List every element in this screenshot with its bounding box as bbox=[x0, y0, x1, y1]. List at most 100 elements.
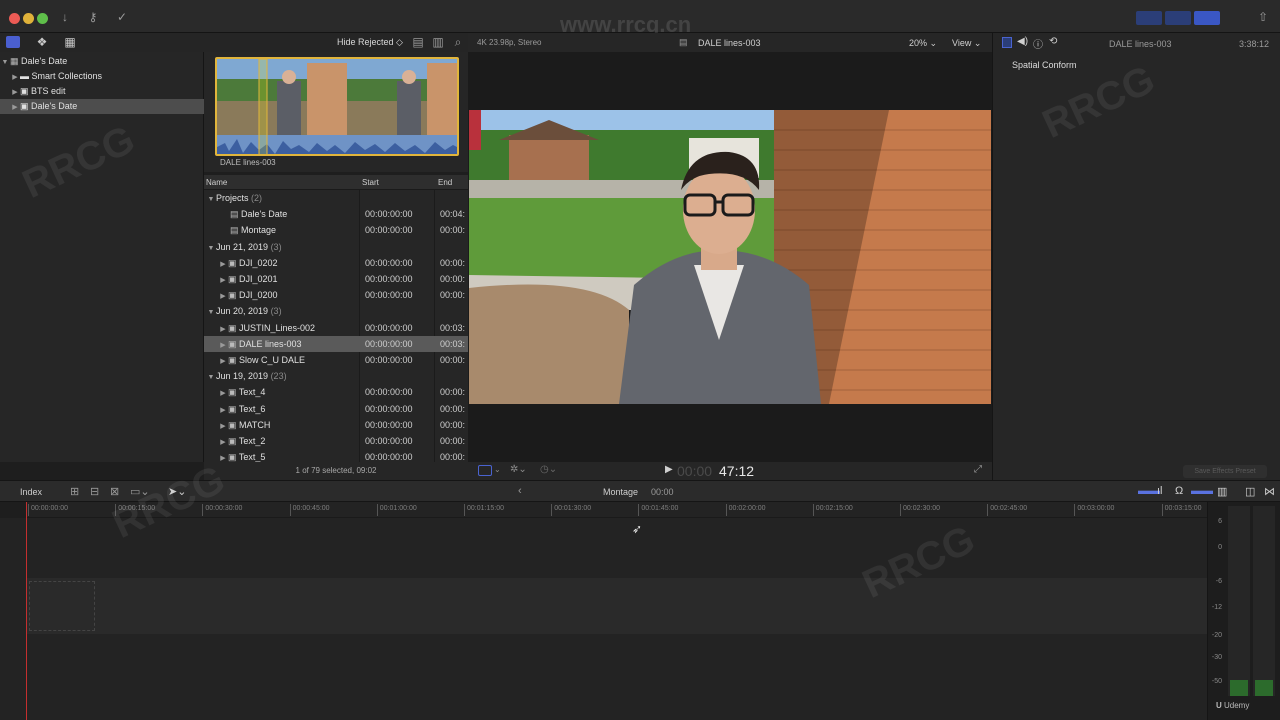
primary-storyline[interactable] bbox=[27, 578, 1207, 634]
clip-icon: ▣ bbox=[228, 338, 237, 349]
viewer-timecode: 47:12 bbox=[719, 463, 755, 479]
row-start: 00:00:00:00 bbox=[365, 436, 413, 446]
table-row[interactable]: ▶ ▣ Text_4 00:00:00:00 00:00: bbox=[204, 384, 468, 400]
audio-skimming-icon[interactable]: ıl bbox=[1157, 485, 1163, 497]
video-frame-image bbox=[469, 110, 991, 404]
row-start: 00:00:00:00 bbox=[365, 274, 413, 284]
sidebar-item-smart-collections[interactable]: ▶ ▬ Smart Collections bbox=[0, 69, 204, 84]
transform-icon[interactable] bbox=[478, 465, 492, 476]
sidebar-item-bts-edit[interactable]: ▶ ▣ BTS edit bbox=[0, 84, 204, 99]
ruler-label: 00:01:00:00 bbox=[379, 505, 417, 512]
close-window-button[interactable] bbox=[9, 13, 20, 24]
show-timeline-button[interactable] bbox=[1165, 11, 1191, 25]
table-row[interactable]: ▶ ▣ Text_5 00:00:00:00 00:00: bbox=[204, 449, 468, 462]
table-row[interactable]: ▶ ▣ DJI_0201 00:00:00:00 00:00: bbox=[204, 271, 468, 287]
filmstrip-view-icon[interactable]: ▥ bbox=[430, 34, 446, 50]
table-row[interactable]: ▶ ▣ Text_6 00:00:00:00 00:00: bbox=[204, 401, 468, 417]
import-icon[interactable]: ↓ bbox=[57, 9, 73, 25]
filter-popup[interactable]: Hide Rejected ◇ bbox=[337, 37, 403, 48]
table-row[interactable]: ▤ Montage 00:00:00:00 00:00: bbox=[204, 222, 468, 238]
table-row[interactable]: ▤ Dale's Date 00:00:00:00 00:04: bbox=[204, 206, 468, 222]
column-header-end[interactable]: End bbox=[438, 175, 452, 190]
clip-icon: ▣ bbox=[228, 257, 237, 268]
show-inspector-button[interactable] bbox=[1194, 11, 1220, 25]
connect-clip-icon[interactable]: ⊞ bbox=[70, 485, 79, 498]
group-label: Jun 21, 2019 bbox=[216, 241, 269, 252]
row-end: 00:00: bbox=[440, 452, 466, 462]
table-row[interactable]: ▶ ▣ DJI_0202 00:00:00:00 00:00: bbox=[204, 255, 468, 271]
fullscreen-icon[interactable]: ⤢ bbox=[974, 464, 982, 475]
share-inspector-icon[interactable]: ⟲ bbox=[1049, 36, 1057, 47]
timecode-dim: 00:00 bbox=[677, 463, 713, 479]
table-row[interactable]: ▶ ▣ JUSTIN_Lines-002 00:00:00:00 00:03: bbox=[204, 320, 468, 336]
list-group-row[interactable]: ▼ Jun 19, 2019 (23) bbox=[204, 368, 468, 384]
photos-audio-icon[interactable]: ❖ bbox=[34, 34, 50, 50]
meter-left-level bbox=[1230, 680, 1248, 696]
table-row[interactable]: ▶ ▣ DJI_0200 00:00:00:00 00:00: bbox=[204, 287, 468, 303]
view-popup[interactable]: View ⌄ bbox=[952, 38, 981, 49]
minimize-window-button[interactable] bbox=[23, 13, 34, 24]
sidebar-item-dales-date[interactable]: ▶ ▣ Dale's Date bbox=[0, 99, 204, 114]
column-header-name[interactable]: Name bbox=[206, 175, 227, 190]
zoom-popup[interactable]: 20% ⌄ bbox=[909, 38, 937, 49]
table-row[interactable]: ▶ ▣ Text_2 00:00:00:00 00:00: bbox=[204, 433, 468, 449]
viewer-footer: ⌄ ✲⌄ ◷⌄ ▶ 00:00 47:12 ⤢ bbox=[468, 462, 992, 480]
share-icon[interactable]: ⇧ bbox=[1255, 9, 1271, 25]
snapping-icon[interactable]: ▬▬ bbox=[1191, 485, 1213, 497]
audio-inspector-icon[interactable]: ◀) bbox=[1017, 36, 1028, 47]
ruler-label: 00:02:00:00 bbox=[728, 505, 766, 512]
play-button[interactable]: ▶ bbox=[665, 464, 673, 475]
view-label: View bbox=[952, 38, 972, 48]
clip-appearance-icon[interactable]: ▥ bbox=[1217, 485, 1227, 498]
meter-scale-label: 6 bbox=[1218, 518, 1222, 525]
back-arrow-icon[interactable]: ‹ bbox=[518, 485, 522, 497]
insert-clip-icon[interactable]: ⊟ bbox=[90, 485, 99, 498]
timeline-ruler[interactable]: 00:00:00:00 00:00:15:00 00:00:30:00 00:00:4… bbox=[27, 502, 1207, 518]
chevron-down-icon[interactable]: ⌄ bbox=[494, 465, 501, 474]
disclosure-open-icon[interactable]: ▼ bbox=[0, 55, 10, 70]
zoom-window-button[interactable] bbox=[37, 13, 48, 24]
list-group-row[interactable]: ▼ Jun 21, 2019 (3) bbox=[204, 239, 468, 255]
row-end: 00:00: bbox=[440, 403, 466, 414]
playhead[interactable] bbox=[26, 502, 27, 720]
overwrite-clip-icon[interactable]: ▭⌄ bbox=[130, 485, 150, 498]
disclosure-closed-icon[interactable]: ▶ bbox=[10, 70, 20, 85]
meter-scale-label: -20 bbox=[1211, 632, 1222, 639]
row-end: 00:03: bbox=[440, 338, 466, 349]
row-end: 00:00: bbox=[440, 257, 466, 268]
transitions-browser-icon[interactable]: ⋈ bbox=[1264, 485, 1275, 498]
solo-icon[interactable]: Ω bbox=[1175, 485, 1183, 497]
titles-generators-icon[interactable]: ▦ bbox=[62, 34, 78, 50]
filmstrip-clip[interactable] bbox=[215, 57, 459, 156]
retime-icon[interactable]: ◷⌄ bbox=[540, 464, 557, 475]
enhancements-icon[interactable]: ✲⌄ bbox=[510, 464, 527, 475]
column-header-start[interactable]: Start bbox=[362, 175, 379, 190]
row-end: 00:00: bbox=[440, 274, 466, 284]
viewer-frame[interactable] bbox=[469, 110, 991, 404]
disclosure-closed-icon[interactable]: ▶ bbox=[10, 100, 20, 115]
keywords-icon[interactable]: ⚷ bbox=[85, 9, 101, 25]
info-icon[interactable]: ⓘ bbox=[1033, 36, 1043, 51]
row-name: Dale's Date bbox=[241, 209, 288, 220]
table-row[interactable]: ▶ ▣ DALE lines-003 00:00:00:00 00:03: bbox=[204, 335, 468, 352]
libraries-icon[interactable] bbox=[6, 36, 20, 48]
show-browser-button[interactable] bbox=[1136, 11, 1162, 25]
append-clip-icon[interactable]: ⊠ bbox=[110, 485, 119, 498]
library-item[interactable]: ▼ ▦ Dale's Date bbox=[0, 54, 204, 69]
disclosure-closed-icon[interactable]: ▶ bbox=[218, 451, 228, 462]
list-group-row[interactable]: ▼ Jun 20, 2019 (3) bbox=[204, 303, 468, 319]
search-icon[interactable]: ⌕ bbox=[450, 34, 466, 50]
index-button[interactable]: Index bbox=[20, 487, 42, 497]
effects-browser-icon[interactable]: ◫ bbox=[1245, 485, 1255, 498]
save-effects-preset-button[interactable]: Save Effects Preset bbox=[1183, 465, 1267, 478]
spatial-conform-heading[interactable]: Spatial Conform bbox=[1012, 60, 1077, 70]
background-tasks-icon[interactable]: ✓ bbox=[114, 9, 130, 25]
select-tool-icon[interactable]: ➤⌄ bbox=[168, 485, 186, 498]
clip-appearance-icon[interactable]: ▤ bbox=[410, 34, 426, 50]
group-count: (3) bbox=[270, 306, 282, 317]
list-group-row[interactable]: ▼ Projects (2) bbox=[204, 190, 468, 206]
disclosure-closed-icon[interactable]: ▶ bbox=[10, 85, 20, 100]
table-row[interactable]: ▶ ▣ Slow C_U DALE 00:00:00:00 00:00: bbox=[204, 352, 468, 368]
video-inspector-icon[interactable] bbox=[1002, 37, 1012, 48]
table-row[interactable]: ▶ ▣ MATCH 00:00:00:00 00:00: bbox=[204, 417, 468, 433]
